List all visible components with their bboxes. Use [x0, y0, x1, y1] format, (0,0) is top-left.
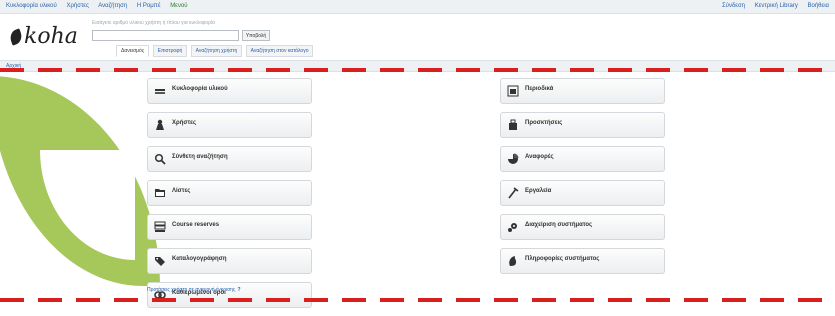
menu-label: Κυκλοφορία υλικού	[172, 86, 228, 92]
pending-suggestions-text: Προτάσεις χρήστη σε αναμονή έγκρισης	[147, 287, 236, 293]
tools-icon	[508, 187, 519, 199]
menu-label: Προσκτήσεις	[525, 120, 563, 126]
menu-label: Περιοδικά	[525, 86, 554, 92]
leaf-icon	[7, 28, 25, 46]
menu-label: Αναφορές	[525, 154, 554, 160]
menu-button-lists[interactable]: Λίστες	[147, 180, 312, 206]
nav-link-login[interactable]: Σύνδεση	[722, 3, 745, 9]
logo-text: koha	[24, 24, 78, 49]
search-icon	[154, 153, 166, 165]
top-nav-right: Σύνδεση Κεντρική Library Βοήθεια	[714, 0, 829, 13]
menu-label: Διαχείριση συστήματος	[525, 222, 593, 228]
pending-suggestions-link[interactable]: Προτάσεις χρήστη σε αναμονή έγκρισης?	[147, 287, 241, 293]
menu-button-cataloging[interactable]: Καταλογογράφηση	[147, 248, 312, 274]
about-icon	[509, 256, 517, 266]
admin-icon	[508, 223, 517, 232]
top-nav-left: Κυκλοφορία υλικού Χρήστες Αναζήτηση Η Ρο…	[6, 0, 195, 13]
search-hint: Εισάγετε αριθμό υλικού χρήστη ή τίτλου γ…	[92, 20, 215, 26]
menu-label: Course reserves	[172, 222, 220, 228]
header: koha Εισάγετε αριθμό υλικού χρήστη ή τίτ…	[0, 14, 835, 60]
top-navbar: Κυκλοφορία υλικού Χρήστες Αναζήτηση Η Ρο…	[0, 0, 835, 14]
menu-label: Λίστες	[172, 188, 191, 194]
nav-link-more[interactable]: Μενού	[170, 3, 187, 9]
help-marker: ?	[237, 287, 241, 293]
serials-icon	[507, 85, 519, 97]
tab-patron-search[interactable]: Αναζήτηση χρήστη	[190, 45, 243, 57]
menu-label: Χρήστες	[172, 120, 197, 126]
acquisitions-icon	[509, 119, 517, 130]
menu-label: Σύνθετη αναζήτηση	[172, 154, 228, 160]
dashed-divider-bottom	[0, 298, 835, 302]
menu-button-acquisitions[interactable]: Προσκτήσεις	[500, 112, 665, 138]
tab-catalog-search[interactable]: Αναζήτηση στον κατάλογο	[245, 45, 314, 57]
nav-link-list[interactable]: Η Ρομπέ	[137, 3, 161, 9]
submit-button[interactable]: Υποβολή	[242, 30, 270, 41]
menu-button-circulation[interactable]: Κυκλοφορία υλικού	[147, 78, 312, 104]
patrons-icon	[156, 119, 164, 130]
menu-label: Εργαλεία	[525, 188, 552, 194]
nav-link-circulation[interactable]: Κυκλοφορία υλικού	[6, 3, 57, 9]
menu-button-authorities[interactable]: Καθιερωμένοι όροι	[147, 282, 312, 308]
menu-button-administration[interactable]: Διαχείριση συστήματος	[500, 214, 665, 240]
main-menu-left: Κυκλοφορία υλικού Χρήστες Σύνθετη αναζήτ…	[147, 78, 312, 316]
nav-link-search[interactable]: Αναζήτηση	[98, 3, 127, 9]
nav-link-help[interactable]: Βοήθεια	[808, 3, 830, 9]
lists-icon	[155, 189, 165, 197]
menu-button-about[interactable]: Πληροφορίες συστήματος	[500, 248, 665, 274]
menu-button-serials[interactable]: Περιοδικά	[500, 78, 665, 104]
tab-checkin[interactable]: Επιστροφή	[152, 45, 188, 57]
dashed-divider-top	[0, 68, 835, 72]
main-menu-right: Περιοδικά Προσκτήσεις Αναφορές Εργαλεία …	[500, 78, 665, 282]
koha-logo[interactable]: koha	[7, 24, 78, 49]
search-tabs: Δανεισμός Επιστροφή Αναζήτηση χρήστη Ανα…	[116, 45, 315, 57]
search-input[interactable]	[92, 30, 239, 41]
nav-link-patrons[interactable]: Χρήστες	[66, 3, 88, 9]
menu-button-tools[interactable]: Εργαλεία	[500, 180, 665, 206]
nav-link-library[interactable]: Κεντρική Library	[755, 3, 798, 9]
menu-button-reports[interactable]: Αναφορές	[500, 146, 665, 172]
cataloging-icon	[155, 257, 165, 266]
menu-label: Καταλογογράφηση	[172, 256, 227, 262]
menu-label: Πληροφορίες συστήματος	[525, 256, 600, 262]
circulation-icon	[155, 89, 165, 94]
bottom-spacer	[0, 302, 835, 309]
menu-button-course-reserves[interactable]: Course reserves	[147, 214, 312, 240]
reports-icon	[508, 153, 519, 164]
course-reserves-icon	[154, 221, 166, 232]
menu-button-advanced-search[interactable]: Σύνθετη αναζήτηση	[147, 146, 312, 172]
menu-button-patrons[interactable]: Χρήστες	[147, 112, 312, 138]
tab-checkout[interactable]: Δανεισμός	[116, 45, 150, 57]
